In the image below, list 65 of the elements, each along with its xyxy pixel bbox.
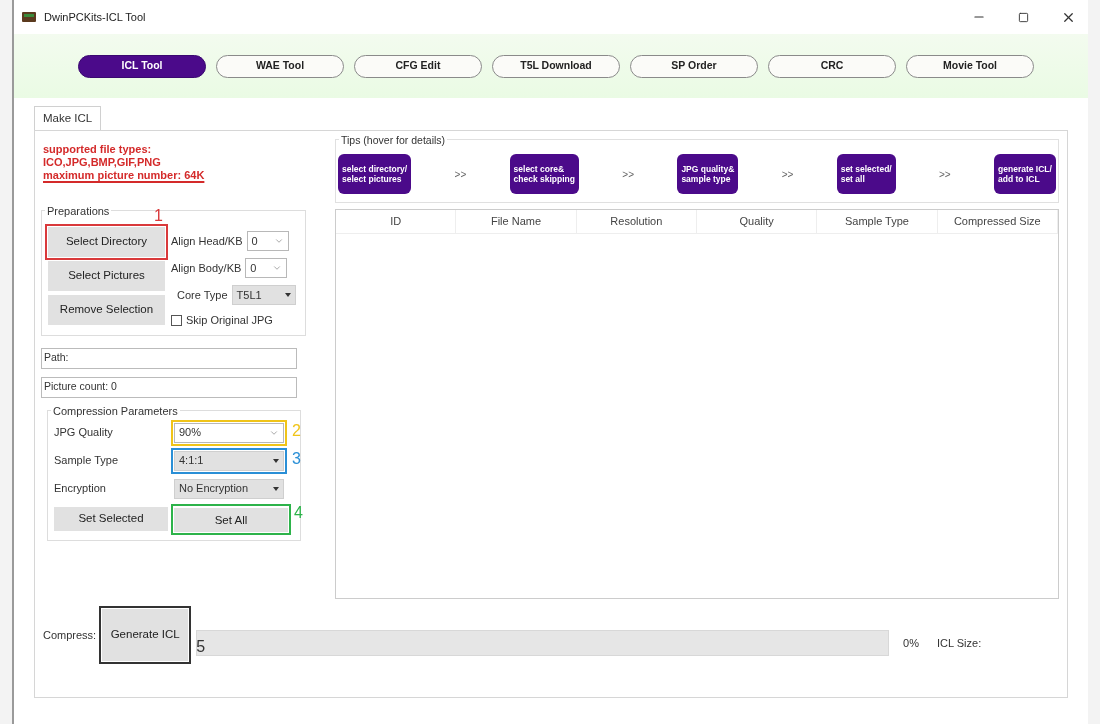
field-label: Encryption — [54, 481, 107, 497]
combo-box[interactable]: 90% — [174, 422, 284, 443]
picture-count-field[interactable]: Picture count: 0 — [41, 376, 297, 398]
field-label: Sample Type — [54, 453, 119, 469]
dropdown[interactable]: No Encryption — [174, 478, 284, 499]
column-header[interactable]: ID — [336, 210, 457, 233]
dropdown[interactable]: T5L1 — [231, 285, 296, 305]
step-separator: >> — [781, 167, 794, 182]
dropdown-arrow-icon — [284, 293, 291, 297]
column-header[interactable]: Resolution — [576, 210, 697, 233]
maximize-icon[interactable] — [1018, 11, 1029, 23]
step-separator: >> — [454, 167, 467, 182]
progress-percent: 0% — [903, 635, 919, 651]
notice-text: supported file types: — [43, 143, 153, 156]
tip-step[interactable]: generate ICL/ add to ICL — [994, 154, 1056, 194]
annotation-number: 1 — [154, 208, 163, 224]
tip-step[interactable]: set selected/ set all — [836, 154, 896, 194]
action-button[interactable]: Remove Selection — [48, 295, 165, 325]
action-button[interactable]: Select Pictures — [48, 261, 165, 291]
column-header[interactable]: Compressed Size — [937, 210, 1058, 233]
field-label: Align Body/KB — [171, 260, 242, 276]
action-button[interactable]: Set Selected — [54, 506, 168, 531]
nav-button[interactable]: CRC — [768, 54, 896, 78]
tip-step[interactable]: select directory/ select pictures — [338, 154, 412, 194]
window-title: DwinPCKits-ICL Tool — [44, 9, 146, 25]
combo-box[interactable]: 0 — [245, 258, 288, 278]
combo-box[interactable]: 0 — [246, 231, 289, 251]
column-header[interactable]: File Name — [456, 210, 577, 233]
icl-size-label: ICL Size: — [937, 635, 983, 651]
notice-text: maximum picture number: 64K — [43, 169, 206, 182]
nav-button[interactable]: Movie Tool — [906, 54, 1034, 78]
action-button[interactable]: Set All — [174, 508, 288, 533]
checkbox-label: Skip Original JPG — [186, 313, 273, 328]
annotation-number: 2 — [292, 422, 301, 439]
field-label: Align Head/KB — [171, 233, 243, 249]
nav-button[interactable]: ICL Tool — [78, 54, 206, 78]
action-button[interactable]: Select Directory — [48, 227, 165, 257]
step-separator: >> — [622, 167, 635, 182]
field-label: JPG Quality — [54, 425, 114, 441]
dropdown[interactable]: 4:1:1 — [174, 450, 284, 471]
nav-button[interactable]: SP Order — [630, 54, 758, 78]
column-header[interactable]: Quality — [697, 210, 818, 233]
tip-step[interactable]: JPG quality& sample type — [677, 154, 739, 194]
chevron-down-icon — [272, 263, 283, 273]
annotation-number: 3 — [292, 450, 301, 467]
action-button[interactable]: Generate ICL — [102, 609, 189, 661]
field-label: Core Type — [177, 287, 228, 303]
tab[interactable]: Make ICL — [34, 106, 102, 130]
notice-text: ICO,JPG,BMP,GIF,PNG — [43, 156, 162, 169]
nav-button[interactable]: T5L Download — [492, 54, 620, 78]
dropdown-arrow-icon — [273, 458, 279, 463]
annotation-number: 4 — [294, 504, 303, 521]
dropdown-arrow-icon — [273, 486, 279, 491]
path-field[interactable]: Path: — [41, 347, 297, 369]
annotation-number: 5 — [196, 639, 206, 655]
step-separator: >> — [939, 167, 951, 182]
compress-label: Compress: — [43, 627, 97, 643]
chevron-down-icon — [273, 236, 284, 246]
column-header[interactable]: Sample Type — [817, 210, 938, 233]
nav-button[interactable]: CFG Edit — [354, 54, 482, 78]
nav-button[interactable]: WAE Tool — [216, 54, 344, 78]
group-title: Tips (hover for details) — [339, 133, 448, 149]
tip-step[interactable]: select core& check skipping — [509, 154, 579, 194]
app-icon — [22, 12, 36, 22]
checkbox[interactable] — [171, 314, 182, 326]
